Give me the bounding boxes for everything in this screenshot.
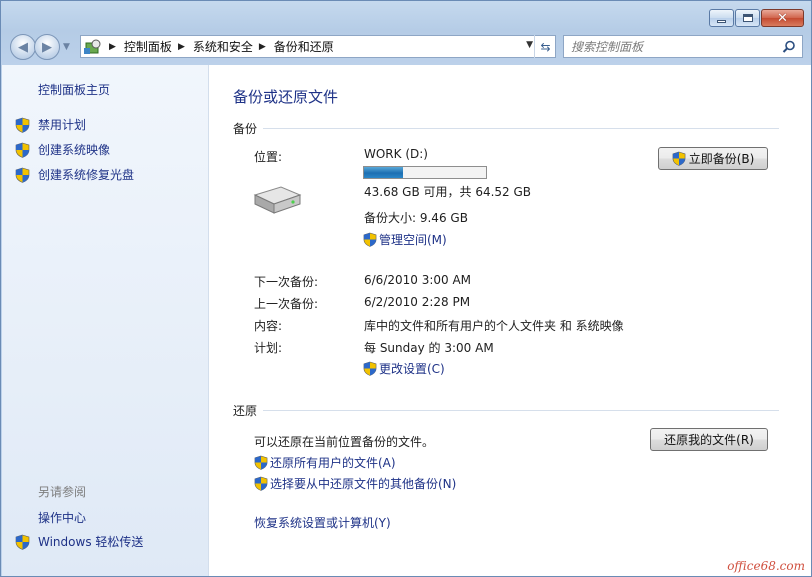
task-label: 创建系统修复光盘 [38, 168, 135, 182]
restore-all-users-link[interactable]: 还原所有用户的文件(A) [254, 454, 396, 471]
backup-section-header: 备份 [233, 120, 779, 137]
backup-now-button[interactable]: 立即备份(B) [658, 147, 768, 170]
schedule-label: 计划: [254, 341, 283, 355]
contents-value: 库中的文件和所有用户的个人文件夹 和 系统映像 [364, 319, 624, 333]
uac-shield-icon [15, 117, 30, 133]
close-icon: ✕ [777, 10, 788, 26]
uac-shield-icon [254, 476, 268, 491]
uac-shield-icon [363, 361, 377, 376]
watermark-logo: office68.com [727, 559, 805, 573]
search-box [563, 35, 803, 58]
breadcrumb-chevron-icon[interactable]: ▶ [178, 42, 185, 52]
recover-system-link[interactable]: 恢复系统设置或计算机(Y) [254, 514, 391, 531]
maximize-button[interactable] [735, 9, 760, 27]
breadcrumb-backup-restore[interactable]: 备份和还原 [274, 38, 334, 55]
caption-buttons: ✕ [709, 9, 804, 27]
uac-shield-icon [15, 167, 30, 183]
forward-arrow-icon: ▶ [42, 39, 52, 55]
uac-shield-icon [15, 534, 30, 550]
restore-description: 可以还原在当前位置备份的文件。 [254, 435, 435, 449]
action-center-link[interactable]: 操作中心 [38, 509, 86, 526]
uac-shield-icon [15, 142, 30, 158]
maximize-icon [742, 14, 753, 22]
breadcrumb-chevron-icon[interactable]: ▶ [109, 42, 116, 52]
backup-now-label: 立即备份(B) [688, 152, 755, 166]
section-divider [263, 128, 779, 129]
task-label: 禁用计划 [38, 118, 87, 132]
disable-schedule-link[interactable]: 禁用计划 [15, 116, 86, 133]
navigation-buttons: ◀ ▶ ▼ [10, 34, 70, 60]
free-space-text: 43.68 GB 可用，共 64.52 GB [364, 185, 532, 199]
see-also-label: Windows 轻松传送 [38, 535, 144, 549]
close-button[interactable]: ✕ [761, 9, 804, 27]
backup-heading: 备份 [233, 122, 258, 136]
restore-my-files-label: 还原我的文件(R) [664, 433, 754, 447]
change-settings-link[interactable]: 更改设置(C) [363, 360, 445, 377]
page-title: 备份或还原文件 [233, 88, 339, 106]
task-pane: 控制面板主页 禁用计划 创建系统映像 创建系统修复光盘 另请参阅 操作中心 Wi… [2, 65, 209, 576]
refresh-button[interactable]: ⇆ [534, 35, 556, 58]
see-also-heading: 另请参阅 [38, 485, 87, 499]
drive-name: WORK (D:) [364, 147, 428, 161]
last-backup-label: 上一次备份: [254, 297, 319, 311]
last-backup-value: 6/2/2010 2:28 PM [364, 295, 471, 309]
search-input[interactable] [571, 39, 771, 54]
restore-all-users-label: 还原所有用户的文件(A) [270, 456, 396, 470]
main-content: 备份或还原文件 备份 位置: WORK (D:) 43.68 GB 可用，共 6… [209, 65, 811, 576]
backup-restore-window: ✕ ◀ ▶ ▼ ▶ 控制面板 ▶ 系统和安全 ▶ 备份和还原 ▼ ⇆ ? [0, 0, 812, 577]
schedule-value: 每 Sunday 的 3:00 AM [364, 341, 494, 355]
create-system-image-link[interactable]: 创建系统映像 [15, 141, 110, 158]
manage-space-label: 管理空间(M) [379, 233, 447, 247]
restore-heading: 还原 [233, 404, 258, 418]
windows-easy-transfer-link[interactable]: Windows 轻松传送 [15, 533, 143, 550]
create-repair-disc-link[interactable]: 创建系统修复光盘 [15, 166, 134, 183]
manage-space-link[interactable]: 管理空间(M) [363, 231, 447, 248]
next-backup-value: 6/6/2010 3:00 AM [364, 273, 472, 287]
refresh-icon: ⇆ [540, 39, 551, 54]
breadcrumb-chevron-icon[interactable]: ▶ [259, 42, 266, 52]
breadcrumb: ▶ 控制面板 ▶ 系统和安全 ▶ 备份和还原 [103, 38, 334, 55]
contents-label: 内容: [254, 319, 283, 333]
recent-pages-dropdown[interactable]: ▼ [63, 42, 70, 52]
back-button[interactable]: ◀ [10, 34, 36, 60]
address-dropdown-icon[interactable]: ▼ [526, 40, 533, 50]
location-label: 位置: [254, 150, 283, 164]
back-arrow-icon: ◀ [18, 39, 28, 55]
uac-shield-icon [254, 455, 268, 470]
hard-drive-icon [253, 186, 302, 214]
next-backup-label: 下一次备份: [254, 275, 319, 289]
section-divider [263, 410, 779, 411]
drive-usage-bar [363, 166, 487, 179]
backup-size-text: 备份大小: 9.46 GB [364, 211, 468, 225]
drive-usage-fill [364, 167, 404, 178]
select-other-backup-link[interactable]: 选择要从中还原文件的其他备份(N) [254, 475, 456, 492]
change-settings-label: 更改设置(C) [379, 362, 445, 376]
select-other-backup-label: 选择要从中还原文件的其他备份(N) [270, 477, 457, 491]
uac-shield-icon [672, 151, 686, 166]
search-icon[interactable] [782, 40, 796, 54]
forward-button[interactable]: ▶ [34, 34, 60, 60]
control-panel-icon [84, 39, 101, 54]
address-bar[interactable]: ▶ 控制面板 ▶ 系统和安全 ▶ 备份和还原 ▼ [80, 35, 556, 58]
restore-my-files-button[interactable]: 还原我的文件(R) [650, 428, 768, 451]
task-label: 创建系统映像 [38, 143, 111, 157]
minimize-button[interactable] [709, 9, 734, 27]
uac-shield-icon [363, 232, 377, 247]
breadcrumb-system-security[interactable]: 系统和安全 [193, 38, 253, 55]
restore-section-header: 还原 [233, 402, 779, 419]
breadcrumb-control-panel[interactable]: 控制面板 [124, 38, 172, 55]
minimize-icon [717, 19, 726, 23]
control-panel-home-link[interactable]: 控制面板主页 [38, 81, 110, 98]
